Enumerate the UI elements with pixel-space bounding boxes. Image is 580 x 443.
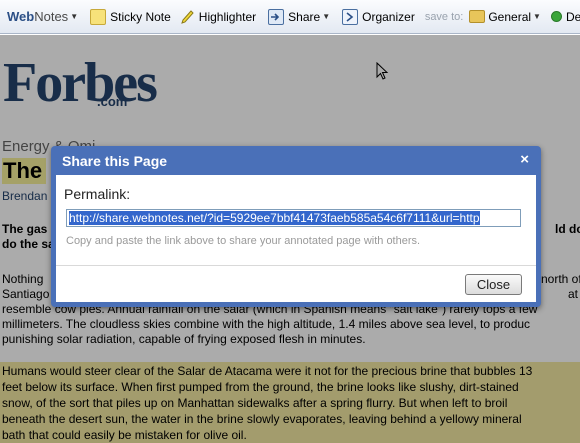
highlighter-label: Highlighter — [198, 9, 257, 24]
webnotes-toolbar: Web Notes ▼ Sticky Note Highlighter Share… — [0, 0, 580, 34]
organizer-label: Organizer — [362, 9, 415, 24]
close-icon[interactable]: × — [520, 151, 529, 168]
share-label: Share — [288, 9, 321, 24]
folder-icon — [469, 10, 486, 23]
save-to-folder-select[interactable]: General ▼ — [467, 6, 543, 28]
close-button[interactable]: Close — [465, 274, 522, 295]
share-dialog: Share this Page × Permalink: http://shar… — [51, 146, 541, 307]
chevron-down-icon: ▼ — [70, 12, 79, 21]
status-dot-icon — [550, 11, 562, 22]
permalink-label: Permalink: — [64, 186, 131, 202]
dialog-title: Share this Page — [62, 153, 168, 169]
webnotes-menu-button[interactable]: Web Notes ▼ — [0, 6, 82, 28]
brand-notes-label: Notes — [34, 9, 69, 24]
sticky-note-button[interactable]: Sticky Note — [86, 6, 175, 28]
permalink-selected-text: http://share.webnotes.net/?id=5929ee7bbf… — [69, 211, 480, 225]
sticky-note-label: Sticky Note — [110, 9, 171, 24]
share-button[interactable]: Share ▼ — [264, 6, 334, 28]
organizer-icon — [342, 8, 359, 25]
chevron-down-icon: ▼ — [322, 12, 331, 21]
sticky-note-icon — [90, 8, 107, 25]
share-icon — [268, 8, 285, 25]
dialog-body: Permalink: http://share.webnotes.net/?id… — [56, 175, 536, 302]
highlighter-button[interactable]: Highlighter — [175, 6, 260, 28]
save-to-label: save to: — [424, 10, 464, 23]
organizer-button[interactable]: Organizer — [338, 6, 419, 28]
highlighter-icon — [181, 9, 194, 24]
permalink-field[interactable]: http://share.webnotes.net/?id=5929ee7bbf… — [66, 209, 521, 227]
chevron-down-icon: ▼ — [533, 12, 541, 21]
dialog-divider — [56, 265, 536, 266]
permalink-hint: Copy and paste the link above to share y… — [66, 235, 421, 247]
brand-web-label: Web — [7, 9, 35, 24]
status-button[interactable]: De — [547, 6, 580, 28]
folder-label: General — [488, 9, 532, 24]
status-label: De — [565, 9, 580, 24]
